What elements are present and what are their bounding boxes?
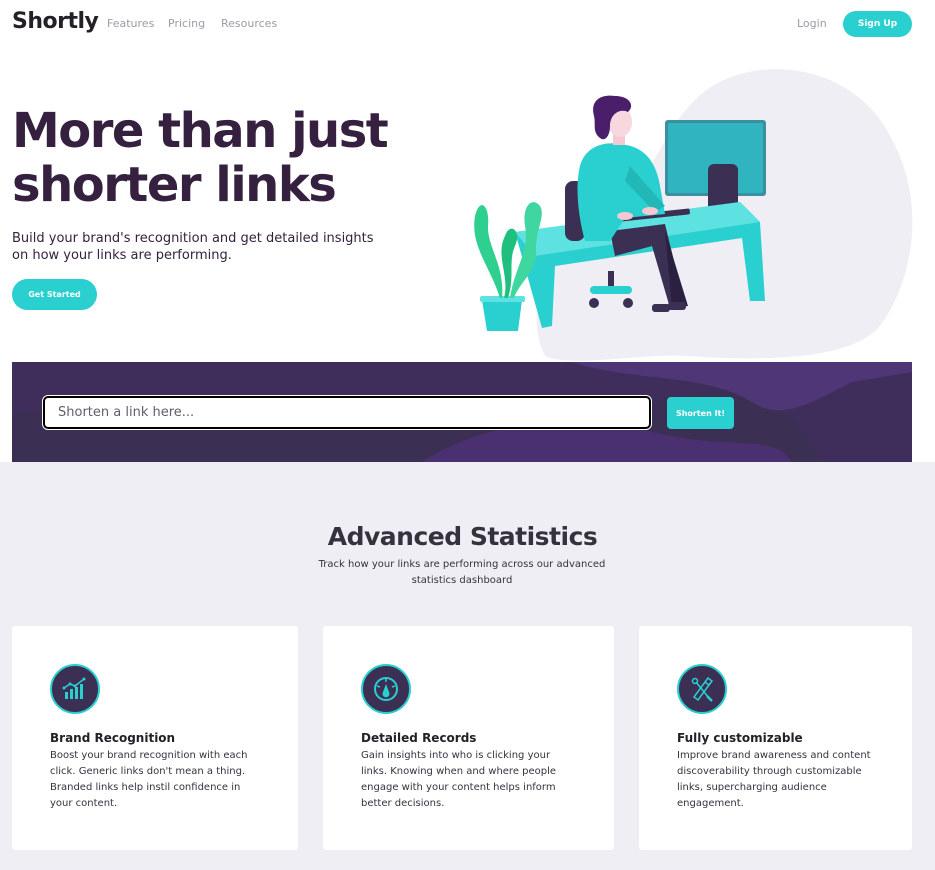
login-link[interactable]: Login [797, 17, 827, 30]
card-title: Detailed Records [361, 731, 477, 745]
card-text: Boost your brand recognition with each c… [50, 750, 248, 809]
hero-subtitle: Build your brand's recognition and get d… [12, 231, 374, 263]
person-working-at-desk-illustration [460, 56, 920, 366]
logo[interactable]: Shortly [12, 9, 99, 34]
card-text: Improve brand awareness and content disc… [677, 750, 871, 809]
shorten-url-input[interactable]: Shorten a link here... [42, 395, 652, 430]
stats-subtitle: Track how your links are performing acro… [318, 559, 606, 586]
shorten-section: Shorten a link here... Shorten It! [12, 362, 912, 462]
nav-link-resources[interactable]: Resources [221, 17, 277, 30]
card-title: Brand Recognition [50, 731, 176, 745]
fully-customizable-icon [677, 664, 727, 714]
card-text: Gain insights into who is clicking your … [361, 750, 557, 809]
signup-button[interactable]: Sign Up [843, 11, 912, 37]
stats-title: Advanced Statistics [327, 522, 598, 551]
feature-card-detailed-records: Detailed Records Gain insights into who … [323, 626, 614, 850]
hero-title: More than just shorter links [12, 103, 389, 213]
nav-link-pricing[interactable]: Pricing [168, 17, 205, 30]
brand-recognition-icon [50, 664, 100, 714]
shorten-it-button[interactable]: Shorten It! [667, 397, 734, 429]
nav-link-features[interactable]: Features [107, 17, 154, 30]
feature-card-fully-customizable: Fully customizable Improve brand awarene… [639, 626, 912, 850]
advanced-statistics-section: Advanced Statistics Track how your links… [0, 462, 935, 870]
get-started-button[interactable]: Get Started [12, 279, 97, 310]
feature-card-brand-recognition: Brand Recognition Boost your brand recog… [12, 626, 298, 850]
detailed-records-icon [361, 664, 411, 714]
top-navigation: Shortly Features Pricing Resources Login… [0, 0, 935, 50]
card-title: Fully customizable [677, 731, 803, 745]
